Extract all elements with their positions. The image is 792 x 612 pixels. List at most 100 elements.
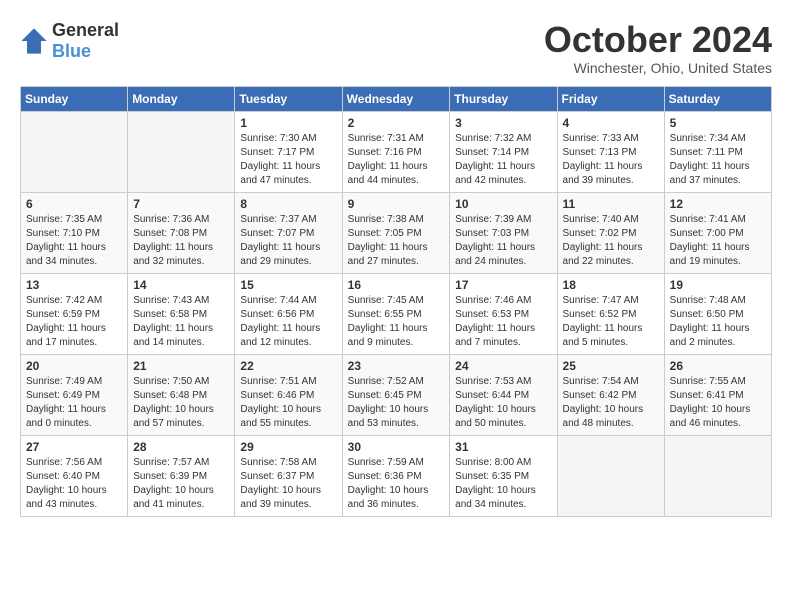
day-info: Sunrise: 7:42 AMSunset: 6:59 PMDaylight:… xyxy=(26,294,122,350)
day-info: Sunrise: 7:53 AMSunset: 6:44 PMDaylight:… xyxy=(455,375,551,431)
day-number: 9 xyxy=(348,197,445,211)
month-title: October 2024 xyxy=(544,20,772,60)
weekday-header: Tuesday xyxy=(235,86,342,111)
day-info: Sunrise: 7:45 AMSunset: 6:55 PMDaylight:… xyxy=(348,294,445,350)
calendar-cell: 19 Sunrise: 7:48 AMSunset: 6:50 PMDayligh… xyxy=(664,273,771,354)
day-number: 5 xyxy=(670,116,766,130)
day-info: Sunrise: 7:54 AMSunset: 6:42 PMDaylight:… xyxy=(563,375,659,431)
day-info: Sunrise: 7:38 AMSunset: 7:05 PMDaylight:… xyxy=(348,213,445,269)
day-info: Sunrise: 7:52 AMSunset: 6:45 PMDaylight:… xyxy=(348,375,445,431)
day-info: Sunrise: 7:33 AMSunset: 7:13 PMDaylight:… xyxy=(563,132,659,188)
weekday-header: Monday xyxy=(128,86,235,111)
calendar-cell: 8 Sunrise: 7:37 AMSunset: 7:07 PMDaylight… xyxy=(235,192,342,273)
calendar-cell: 15Sunrise: 7:44 AMSunset: 6:56 PMDayligh… xyxy=(235,273,342,354)
day-number: 1 xyxy=(240,116,336,130)
day-number: 8 xyxy=(240,197,336,211)
calendar-cell: 31 Sunrise: 8:00 AMSunset: 6:35 PMDayligh… xyxy=(450,435,557,516)
day-number: 18 xyxy=(563,278,659,292)
calendar-cell: 30 Sunrise: 7:59 AMSunset: 6:36 PMDayligh… xyxy=(342,435,450,516)
weekday-header: Friday xyxy=(557,86,664,111)
calendar-cell: 1 Sunrise: 7:30 AMSunset: 7:17 PMDaylight… xyxy=(235,111,342,192)
day-info: Sunrise: 7:57 AMSunset: 6:39 PMDaylight:… xyxy=(133,456,229,512)
day-info: Sunrise: 7:44 AMSunset: 6:56 PMDaylight:… xyxy=(240,294,336,350)
calendar-cell: 2 Sunrise: 7:31 AMSunset: 7:16 PMDaylight… xyxy=(342,111,450,192)
day-number: 25 xyxy=(563,359,659,373)
day-number: 22 xyxy=(240,359,336,373)
day-info: Sunrise: 7:51 AMSunset: 6:46 PMDaylight:… xyxy=(240,375,336,431)
day-number: 28 xyxy=(133,440,229,454)
logo-text-blue: Blue xyxy=(52,41,91,61)
logo-icon xyxy=(20,27,48,55)
day-info: Sunrise: 7:58 AMSunset: 6:37 PMDaylight:… xyxy=(240,456,336,512)
day-info: Sunrise: 7:48 AMSunset: 6:50 PMDaylight:… xyxy=(670,294,766,350)
calendar-cell xyxy=(128,111,235,192)
day-number: 11 xyxy=(563,197,659,211)
day-number: 16 xyxy=(348,278,445,292)
day-number: 2 xyxy=(348,116,445,130)
weekday-header: Thursday xyxy=(450,86,557,111)
calendar-cell: 12 Sunrise: 7:41 AMSunset: 7:00 PMDayligh… xyxy=(664,192,771,273)
day-number: 26 xyxy=(670,359,766,373)
day-number: 13 xyxy=(26,278,122,292)
day-info: Sunrise: 7:31 AMSunset: 7:16 PMDaylight:… xyxy=(348,132,445,188)
day-info: Sunrise: 7:30 AMSunset: 7:17 PMDaylight:… xyxy=(240,132,336,188)
day-number: 29 xyxy=(240,440,336,454)
calendar-week-row: 13 Sunrise: 7:42 AMSunset: 6:59 PMDayligh… xyxy=(21,273,772,354)
day-info: Sunrise: 7:59 AMSunset: 6:36 PMDaylight:… xyxy=(348,456,445,512)
day-info: Sunrise: 7:37 AMSunset: 7:07 PMDaylight:… xyxy=(240,213,336,269)
calendar-cell: 14 Sunrise: 7:43 AMSunset: 6:58 PMDayligh… xyxy=(128,273,235,354)
day-number: 21 xyxy=(133,359,229,373)
day-number: 12 xyxy=(670,197,766,211)
calendar-cell: 29 Sunrise: 7:58 AMSunset: 6:37 PMDayligh… xyxy=(235,435,342,516)
calendar-cell: 5 Sunrise: 7:34 AMSunset: 7:11 PMDaylight… xyxy=(664,111,771,192)
calendar-cell: 18Sunrise: 7:47 AMSunset: 6:52 PMDayligh… xyxy=(557,273,664,354)
page-header: General Blue October 2024 Winchester, Oh… xyxy=(20,20,772,76)
calendar-cell: 22 Sunrise: 7:51 AMSunset: 6:46 PMDayligh… xyxy=(235,354,342,435)
day-number: 3 xyxy=(455,116,551,130)
day-number: 14 xyxy=(133,278,229,292)
day-info: Sunrise: 7:41 AMSunset: 7:00 PMDaylight:… xyxy=(670,213,766,269)
day-number: 4 xyxy=(563,116,659,130)
day-info: Sunrise: 7:34 AMSunset: 7:11 PMDaylight:… xyxy=(670,132,766,188)
calendar-cell: 20 Sunrise: 7:49 AMSunset: 6:49 PMDayligh… xyxy=(21,354,128,435)
day-info: Sunrise: 7:39 AMSunset: 7:03 PMDaylight:… xyxy=(455,213,551,269)
day-number: 23 xyxy=(348,359,445,373)
calendar-cell: 11 Sunrise: 7:40 AMSunset: 7:02 PMDayligh… xyxy=(557,192,664,273)
day-info: Sunrise: 7:55 AMSunset: 6:41 PMDaylight:… xyxy=(670,375,766,431)
calendar-cell: 6Sunrise: 7:35 AMSunset: 7:10 PMDaylight… xyxy=(21,192,128,273)
day-number: 17 xyxy=(455,278,551,292)
day-number: 6 xyxy=(26,197,122,211)
calendar-week-row: 20 Sunrise: 7:49 AMSunset: 6:49 PMDayligh… xyxy=(21,354,772,435)
calendar-cell: 21 Sunrise: 7:50 AMSunset: 6:48 PMDayligh… xyxy=(128,354,235,435)
day-info: Sunrise: 8:00 AMSunset: 6:35 PMDaylight:… xyxy=(455,456,551,512)
day-number: 7 xyxy=(133,197,229,211)
calendar: SundayMondayTuesdayWednesdayThursdayFrid… xyxy=(20,86,772,517)
day-info: Sunrise: 7:40 AMSunset: 7:02 PMDaylight:… xyxy=(563,213,659,269)
day-info: Sunrise: 7:50 AMSunset: 6:48 PMDaylight:… xyxy=(133,375,229,431)
day-info: Sunrise: 7:56 AMSunset: 6:40 PMDaylight:… xyxy=(26,456,122,512)
weekday-header: Saturday xyxy=(664,86,771,111)
day-number: 30 xyxy=(348,440,445,454)
weekday-header: Wednesday xyxy=(342,86,450,111)
weekday-header-row: SundayMondayTuesdayWednesdayThursdayFrid… xyxy=(21,86,772,111)
calendar-cell: 16 Sunrise: 7:45 AMSunset: 6:55 PMDayligh… xyxy=(342,273,450,354)
calendar-cell: 26 Sunrise: 7:55 AMSunset: 6:41 PMDayligh… xyxy=(664,354,771,435)
calendar-cell: 25 Sunrise: 7:54 AMSunset: 6:42 PMDayligh… xyxy=(557,354,664,435)
day-number: 20 xyxy=(26,359,122,373)
day-info: Sunrise: 7:32 AMSunset: 7:14 PMDaylight:… xyxy=(455,132,551,188)
calendar-cell: 27Sunrise: 7:56 AMSunset: 6:40 PMDayligh… xyxy=(21,435,128,516)
day-info: Sunrise: 7:46 AMSunset: 6:53 PMDaylight:… xyxy=(455,294,551,350)
day-number: 19 xyxy=(670,278,766,292)
calendar-week-row: 1 Sunrise: 7:30 AMSunset: 7:17 PMDaylight… xyxy=(21,111,772,192)
calendar-cell: 3 Sunrise: 7:32 AMSunset: 7:14 PMDaylight… xyxy=(450,111,557,192)
weekday-header: Sunday xyxy=(21,86,128,111)
calendar-week-row: 6Sunrise: 7:35 AMSunset: 7:10 PMDaylight… xyxy=(21,192,772,273)
calendar-cell: 4 Sunrise: 7:33 AMSunset: 7:13 PMDaylight… xyxy=(557,111,664,192)
day-info: Sunrise: 7:43 AMSunset: 6:58 PMDaylight:… xyxy=(133,294,229,350)
day-info: Sunrise: 7:49 AMSunset: 6:49 PMDaylight:… xyxy=(26,375,122,431)
calendar-cell: 23 Sunrise: 7:52 AMSunset: 6:45 PMDayligh… xyxy=(342,354,450,435)
logo: General Blue xyxy=(20,20,119,62)
calendar-cell: 28 Sunrise: 7:57 AMSunset: 6:39 PMDayligh… xyxy=(128,435,235,516)
day-number: 31 xyxy=(455,440,551,454)
calendar-cell: 9 Sunrise: 7:38 AMSunset: 7:05 PMDaylight… xyxy=(342,192,450,273)
